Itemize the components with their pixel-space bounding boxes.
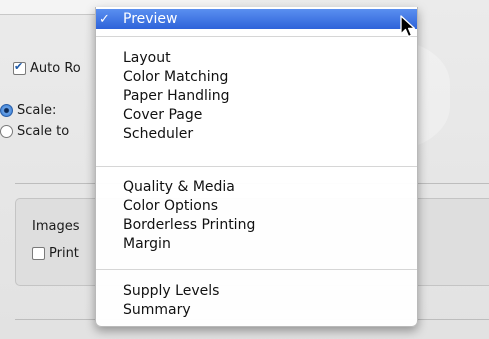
scale-to-fit-label: Scale to [17, 124, 70, 139]
menu-item-label: Margin [123, 236, 171, 252]
menu-item-label: Cover Page [123, 107, 203, 123]
menu-item-label: Quality & Media [123, 179, 235, 195]
menu-item-label: Color Matching [123, 69, 229, 85]
print-images-label: Print [49, 246, 79, 261]
print-options-popup-menu[interactable]: ✓ Preview Layout Color Matching Paper Ha… [95, 7, 418, 327]
menu-item-label: Supply Levels [123, 283, 220, 299]
menu-item-label: Color Options [123, 198, 219, 214]
menu-item-label: Layout [123, 50, 171, 66]
menu-item-label: Borderless Printing [123, 217, 256, 233]
menu-item-label: Scheduler [123, 126, 194, 142]
scale-label: Scale: [17, 103, 57, 118]
menu-item-color-options[interactable]: Color Options [96, 197, 417, 215]
menu-item-margin[interactable]: Margin [96, 235, 417, 253]
print-images-checkbox[interactable] [32, 247, 45, 260]
menu-separator [96, 269, 417, 270]
menu-item-paper-handling[interactable]: Paper Handling [96, 87, 417, 105]
menu-item-color-matching[interactable]: Color Matching [96, 68, 417, 86]
menu-item-borderless-printing[interactable]: Borderless Printing [96, 216, 417, 234]
menu-separator [96, 166, 417, 167]
mouse-pointer-icon [400, 15, 416, 38]
menu-separator [96, 36, 417, 37]
menu-item-quality-media[interactable]: Quality & Media [96, 178, 417, 196]
menu-item-label: Preview [123, 11, 178, 27]
scale-to-fit-option[interactable]: Scale to [0, 124, 69, 139]
checkmark-icon: ✓ [99, 11, 110, 27]
menu-item-label: Summary [123, 302, 191, 318]
print-images-option[interactable]: Print [32, 246, 79, 261]
menu-item-cover-page[interactable]: Cover Page [96, 106, 417, 124]
images-group-title: Images [32, 219, 80, 234]
menu-item-supply-levels[interactable]: Supply Levels [96, 282, 417, 300]
menu-item-scheduler[interactable]: Scheduler [96, 125, 417, 143]
menu-item-summary[interactable]: Summary [96, 301, 417, 319]
menu-item-label: Paper Handling [123, 88, 230, 104]
menu-item-layout[interactable]: Layout [96, 49, 417, 67]
auto-rotate-option[interactable]: Auto Ro [13, 60, 81, 76]
auto-rotate-label: Auto Ro [30, 61, 81, 76]
scale-radio[interactable] [0, 104, 13, 117]
menu-item-preview[interactable]: ✓ Preview [96, 9, 417, 29]
scale-to-fit-radio[interactable] [0, 125, 13, 138]
scale-option[interactable]: Scale: [0, 103, 56, 118]
auto-rotate-checkbox[interactable] [13, 60, 26, 75]
